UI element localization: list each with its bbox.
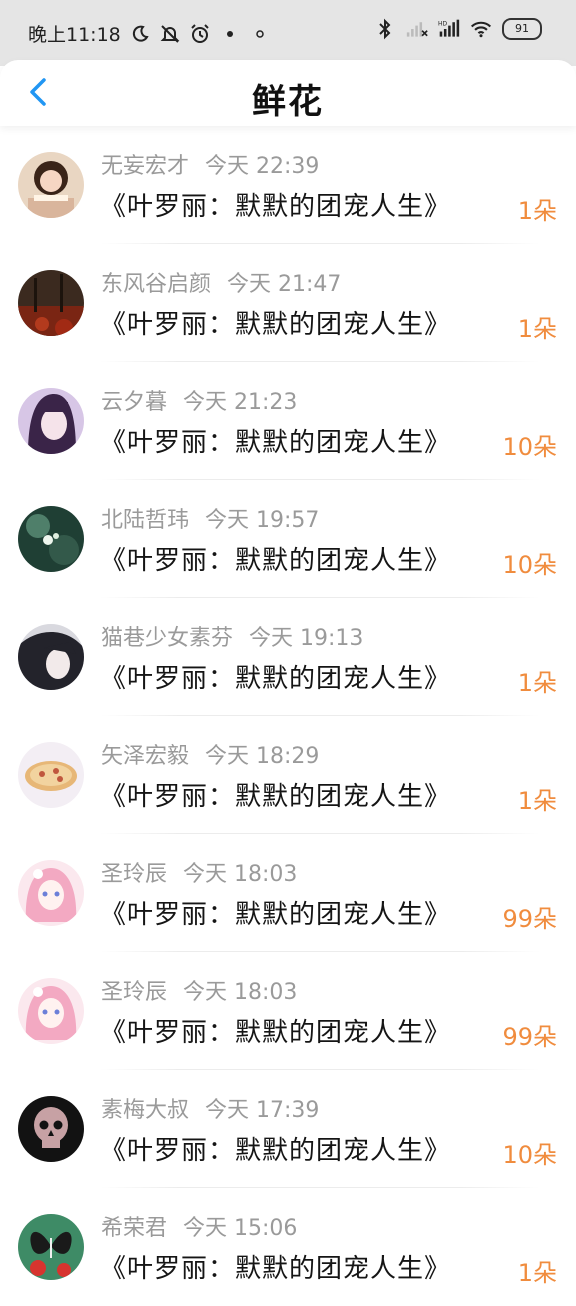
book-title[interactable]: 《叶罗丽：默默的团宠人生》 xyxy=(100,422,451,459)
timestamp: 今天 22:39 xyxy=(205,154,320,179)
status-bar: 晚上11:18 HD 91 xyxy=(0,0,576,66)
user-name[interactable]: 东风谷启颜 xyxy=(101,266,211,298)
row-meta: 东风谷启颜 今天 21:47 xyxy=(101,266,341,298)
girl-photo-icon xyxy=(18,152,84,218)
book-title[interactable]: 《叶罗丽：默默的团宠人生》 xyxy=(100,776,451,813)
user-name[interactable]: 圣玲辰 xyxy=(101,856,167,888)
mute-icon xyxy=(159,23,181,45)
list-item[interactable]: 素梅大叔 今天 17:39 《叶罗丽：默默的团宠人生》 10朵 xyxy=(0,1070,576,1188)
flower-count: 10朵 xyxy=(502,1141,557,1169)
avatar[interactable] xyxy=(18,978,84,1044)
bluetooth-icon xyxy=(374,18,396,40)
pink-anime-girl-icon xyxy=(18,978,84,1044)
avatar[interactable] xyxy=(18,1096,84,1162)
row-meta: 矢泽宏毅 今天 18:29 xyxy=(101,738,319,770)
row-meta: 无妄宏才 今天 22:39 xyxy=(101,148,319,180)
list-item[interactable]: 矢泽宏毅 今天 18:29 《叶罗丽：默默的团宠人生》 1朵 xyxy=(0,716,576,834)
svg-text:HD: HD xyxy=(438,22,447,28)
list-item[interactable]: 猫巷少女素芬 今天 19:13 《叶罗丽：默默的团宠人生》 1朵 xyxy=(0,598,576,716)
timestamp: 今天 19:13 xyxy=(249,626,364,651)
dark-hair-girl-icon xyxy=(18,624,84,690)
user-name[interactable]: 云夕暮 xyxy=(101,384,167,416)
alarm-icon xyxy=(189,23,211,45)
flower-count: 10朵 xyxy=(502,433,557,461)
flower-count: 1朵 xyxy=(517,787,557,815)
list-item[interactable]: 圣玲辰 今天 18:03 《叶罗丽：默默的团宠人生》 99朵 xyxy=(0,834,576,952)
avatar[interactable] xyxy=(18,152,84,218)
timestamp: 今天 18:03 xyxy=(183,980,298,1005)
book-title[interactable]: 《叶罗丽：默默的团宠人生》 xyxy=(100,658,451,695)
book-title[interactable]: 《叶罗丽：默默的团宠人生》 xyxy=(100,186,451,223)
user-name[interactable]: 矢泽宏毅 xyxy=(101,738,189,770)
row-meta: 云夕暮 今天 21:23 xyxy=(101,384,297,416)
green-dew-icon xyxy=(18,506,84,572)
book-title[interactable]: 《叶罗丽：默默的团宠人生》 xyxy=(100,894,451,931)
list-item[interactable]: 东风谷启颜 今天 21:47 《叶罗丽：默默的团宠人生》 1朵 xyxy=(0,244,576,362)
avatar[interactable] xyxy=(18,388,84,454)
user-name[interactable]: 希荣君 xyxy=(101,1210,167,1242)
moon-icon xyxy=(129,23,151,45)
flower-list: 无妄宏才 今天 22:39 《叶罗丽：默默的团宠人生》 1朵 东风谷启颜 今天 … xyxy=(0,126,576,1306)
user-name[interactable]: 北陆哲玮 xyxy=(101,502,189,534)
avatar[interactable] xyxy=(18,1214,84,1280)
row-meta: 素梅大叔 今天 17:39 xyxy=(101,1092,319,1124)
floral-skull-icon xyxy=(18,1096,84,1162)
flower-count: 10朵 xyxy=(502,551,557,579)
dot-icon xyxy=(249,23,271,45)
list-item[interactable]: 无妄宏才 今天 22:39 《叶罗丽：默默的团宠人生》 1朵 xyxy=(0,126,576,244)
flower-count: 1朵 xyxy=(517,315,557,343)
user-name[interactable]: 猫巷少女素芬 xyxy=(101,620,233,652)
list-item[interactable]: 圣玲辰 今天 18:03 《叶罗丽：默默的团宠人生》 99朵 xyxy=(0,952,576,1070)
battery-icon: 91 xyxy=(502,18,542,40)
timestamp: 今天 21:47 xyxy=(227,272,342,297)
list-item[interactable]: 希荣君 今天 15:06 《叶罗丽：默默的团宠人生》 1朵 xyxy=(0,1188,576,1306)
pizza-icon xyxy=(18,742,84,808)
timestamp: 今天 18:29 xyxy=(205,744,320,769)
flower-count: 99朵 xyxy=(502,905,557,933)
status-right: HD 91 xyxy=(374,18,542,40)
page-title: 鲜花 xyxy=(252,82,324,122)
autumn-forest-icon xyxy=(18,270,84,336)
avatar[interactable] xyxy=(18,270,84,336)
row-meta: 猫巷少女素芬 今天 19:13 xyxy=(101,620,363,652)
avatar[interactable] xyxy=(18,860,84,926)
row-meta: 圣玲辰 今天 18:03 xyxy=(101,856,297,888)
book-title[interactable]: 《叶罗丽：默默的团宠人生》 xyxy=(100,1012,451,1049)
avatar[interactable] xyxy=(18,742,84,808)
flower-count: 1朵 xyxy=(517,197,557,225)
wifi-icon xyxy=(470,18,492,40)
timestamp: 今天 21:23 xyxy=(183,390,298,415)
user-name[interactable]: 无妄宏才 xyxy=(101,148,189,180)
hd-signal-icon: HD xyxy=(438,18,460,40)
timestamp: 今天 17:39 xyxy=(205,1098,320,1123)
flower-count: 99朵 xyxy=(502,1023,557,1051)
flower-count: 1朵 xyxy=(517,1259,557,1287)
nav-bar: 鲜花 xyxy=(0,60,576,126)
timestamp: 今天 15:06 xyxy=(183,1216,298,1241)
signal-icon xyxy=(406,18,428,40)
avatar[interactable] xyxy=(18,624,84,690)
purple-anime-girl-icon xyxy=(18,388,84,454)
user-name[interactable]: 圣玲辰 xyxy=(101,974,167,1006)
row-meta: 希荣君 今天 15:06 xyxy=(101,1210,297,1242)
avatar[interactable] xyxy=(18,506,84,572)
list-item[interactable]: 北陆哲玮 今天 19:57 《叶罗丽：默默的团宠人生》 10朵 xyxy=(0,480,576,598)
list-item[interactable]: 云夕暮 今天 21:23 《叶罗丽：默默的团宠人生》 10朵 xyxy=(0,362,576,480)
book-title[interactable]: 《叶罗丽：默默的团宠人生》 xyxy=(100,1248,451,1285)
row-meta: 圣玲辰 今天 18:03 xyxy=(101,974,297,1006)
book-title[interactable]: 《叶罗丽：默默的团宠人生》 xyxy=(100,540,451,577)
pink-anime-girl-icon xyxy=(18,860,84,926)
book-title[interactable]: 《叶罗丽：默默的团宠人生》 xyxy=(100,304,451,341)
timestamp: 今天 18:03 xyxy=(183,862,298,887)
timestamp: 今天 19:57 xyxy=(205,508,320,533)
user-name[interactable]: 素梅大叔 xyxy=(101,1092,189,1124)
book-title[interactable]: 《叶罗丽：默默的团宠人生》 xyxy=(100,1130,451,1167)
status-left: 晚上11:18 xyxy=(28,20,271,47)
status-time: 晚上11:18 xyxy=(28,24,121,46)
flower-count: 1朵 xyxy=(517,669,557,697)
butterfly-icon xyxy=(18,1214,84,1280)
row-meta: 北陆哲玮 今天 19:57 xyxy=(101,502,319,534)
dot-icon xyxy=(219,23,241,45)
